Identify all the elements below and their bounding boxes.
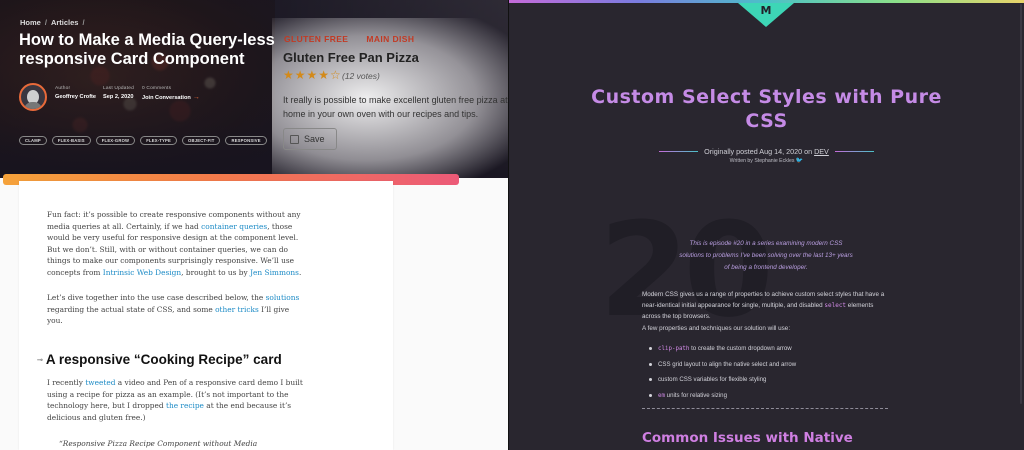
breadcrumb-separator: / [82, 18, 85, 27]
divider-line [834, 151, 875, 152]
author-name: Written by Stephanie Eckles [729, 158, 795, 164]
scrollbar[interactable] [1020, 4, 1022, 404]
written-by: Written by Stephanie Eckles 🐦 [659, 157, 874, 164]
list-item: CSS grid layout to align the native sele… [649, 357, 796, 373]
article-tags: CLAMP FLEX-BASIS FLEX-GROW FLEX-TYPE OBJ… [19, 136, 267, 145]
rating-votes: (12 votes) [342, 71, 380, 81]
section-heading: Common Issues with Native [642, 430, 853, 446]
section-heading-text: A responsive “Cooking Recipe” card [45, 352, 282, 367]
bullet-icon [649, 347, 652, 351]
paragraph: I recently tweeted a video and Pen of a … [47, 378, 303, 422]
inline-code: select [824, 302, 847, 310]
meta-label: Author [55, 86, 71, 91]
anchor-link-icon[interactable]: ⊸ [37, 356, 43, 364]
join-conversation-link[interactable]: Join Conversation → [142, 94, 200, 101]
recipe-card-description: It really is possible to make excellent … [283, 95, 508, 119]
byline-text: Originally posted Aug 14, 2020 on DEV [704, 147, 829, 156]
meta-author: Author Geoffrey Crofte [55, 86, 96, 100]
byline: Originally posted Aug 14, 2020 on DEV [659, 147, 875, 156]
bullet-icon [649, 393, 652, 397]
updated-date: Sep 2, 2020 [103, 94, 134, 100]
author-link[interactable]: Geoffrey Crofte [55, 94, 96, 100]
tag-link[interactable]: OBJECT-FIT [182, 136, 221, 145]
blockquote: “Responsive Pizza Recipe Component witho… [59, 439, 258, 448]
bullet-icon [649, 378, 652, 382]
right-article-page: M 20 Custom Select Styles with Pure CSS … [509, 0, 1024, 450]
tag-link[interactable]: RESPONSIVE [225, 136, 267, 145]
list-lead: A few properties and techniques our solu… [642, 325, 791, 332]
list-item: clip-path to create the custom dropdown … [649, 341, 796, 357]
list-item: custom CSS variables for flexible stylin… [649, 372, 796, 388]
avatar[interactable] [19, 83, 47, 111]
episode-note: This is episode #20 in a series examinin… [679, 240, 853, 271]
post-title: Custom Select Styles with Pure CSS [591, 86, 942, 132]
meta-comments: 0 Comments Join Conversation → [142, 86, 200, 101]
intrinsic-web-design-link[interactable]: Intrinsic Web Design [103, 268, 181, 277]
left-article-page: GLUTEN FREE MAIN DISH Gluten Free Pan Pi… [0, 0, 508, 450]
dashed-divider [642, 408, 888, 409]
tag-link[interactable]: FLEX-BASIS [51, 136, 91, 145]
recipe-tag[interactable]: MAIN DISH [366, 34, 414, 44]
solutions-link[interactable]: solutions [266, 293, 300, 302]
paragraph: Let’s dive together into the use case de… [47, 293, 300, 326]
technique-list: clip-path to create the custom dropdown … [649, 341, 796, 403]
tweeted-link[interactable]: tweeted [85, 378, 115, 387]
article-body: Fun fact: it’s possible to create respon… [19, 181, 393, 450]
section-heading: ⊸ A responsive “Cooking Recipe” card [37, 352, 282, 367]
twitter-icon[interactable]: 🐦 [796, 158, 803, 164]
page-title: How to Make a Media Query-less responsiv… [19, 31, 275, 68]
paragraph: Fun fact: it’s possible to create respon… [47, 210, 302, 277]
tag-link[interactable]: FLEX-TYPE [140, 136, 178, 145]
bullet-icon [649, 362, 652, 366]
article-hero: GLUTEN FREE MAIN DISH Gluten Free Pan Pi… [0, 0, 508, 178]
save-label: Save [304, 134, 325, 144]
rating-stars-icon: ★★★★☆ [283, 68, 342, 82]
other-tricks-link[interactable]: other tricks [215, 305, 259, 314]
list-item: em units for relative sizing [649, 388, 796, 404]
breadcrumb: Home / Articles / [20, 18, 85, 27]
meta-updated: Last Updated Sep 2, 2020 [103, 86, 134, 100]
bookmark-icon [290, 134, 299, 144]
join-conversation-label: Join Conversation [142, 95, 191, 101]
tag-link[interactable]: FLEX-GROW [95, 136, 136, 145]
intro-paragraph: Modern CSS gives us a range of propertie… [642, 291, 885, 321]
tag-link[interactable]: CLAMP [19, 136, 47, 145]
meta-label: Last Updated [103, 86, 134, 91]
breadcrumb-separator: / [44, 18, 47, 27]
logo-m-icon[interactable]: M [758, 4, 774, 17]
inline-code: clip-path [658, 346, 690, 353]
dev-link[interactable]: DEV [814, 147, 829, 156]
container-queries-link[interactable]: container queries [201, 222, 267, 231]
inline-code: em [658, 392, 665, 399]
divider-line [659, 151, 699, 152]
arrow-right-icon: → [192, 94, 200, 101]
jen-simmons-link[interactable]: Jen Simmons [250, 268, 299, 277]
meta-label: 0 Comments [142, 86, 172, 91]
breadcrumb-articles[interactable]: Articles [51, 18, 79, 27]
save-button[interactable]: Save [283, 128, 337, 150]
breadcrumb-home[interactable]: Home [20, 18, 41, 27]
the-recipe-link[interactable]: the recipe [166, 401, 204, 410]
